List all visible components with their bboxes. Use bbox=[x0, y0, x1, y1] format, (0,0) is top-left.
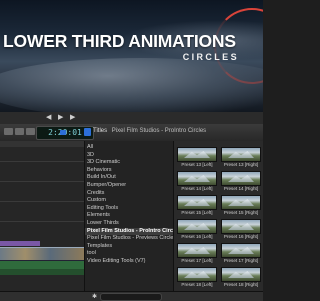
category-item[interactable]: Bumper/Opener bbox=[85, 182, 173, 190]
title-clip[interactable] bbox=[0, 241, 40, 246]
viewer: LOWER THIRD ANIMATIONS CIRCLES bbox=[0, 0, 263, 112]
category-item[interactable]: Editing Tools bbox=[85, 205, 173, 213]
title-thumbnail[interactable]: Preset 15 [Left] bbox=[177, 195, 217, 217]
thumbnail-caption: Preset 17 [Left] bbox=[181, 258, 213, 263]
category-item[interactable]: Templates bbox=[85, 243, 173, 251]
thumbnail-caption: Preset 15 [Left] bbox=[181, 210, 213, 215]
video-clip[interactable] bbox=[0, 247, 84, 261]
category-item[interactable]: Lower Thirds bbox=[85, 220, 173, 228]
timeline-ruler[interactable] bbox=[0, 141, 84, 147]
tool-select-icon[interactable] bbox=[4, 128, 13, 135]
previous-frame-icon[interactable]: ◀ bbox=[46, 114, 51, 122]
thumbnail-image bbox=[221, 147, 261, 162]
category-item[interactable]: Credits bbox=[85, 190, 173, 198]
category-item[interactable]: 3D bbox=[85, 152, 173, 160]
titles-category-list: All 3D 3D Cinematic Behaviors Build In/Out Bu… bbox=[85, 141, 174, 291]
timeline-lane bbox=[0, 161, 84, 162]
category-item[interactable]: Pixel Film Studios - ProIntro Circles bbox=[85, 227, 173, 236]
thumbnail-caption: Preset 18 [Right] bbox=[223, 282, 259, 287]
titles-thumbnail-grid: Preset 13 [Left] Preset 13 [Right] Preset … bbox=[174, 141, 263, 291]
thumbnail-image bbox=[221, 195, 261, 210]
audio-clip[interactable] bbox=[0, 269, 84, 275]
viewer-headline: LOWER THIRD ANIMATIONS bbox=[3, 31, 236, 51]
category-item[interactable]: Elements bbox=[85, 212, 173, 220]
audio-meter-icon bbox=[60, 130, 66, 135]
category-item[interactable]: Behaviors bbox=[85, 167, 173, 175]
thumbnail-image bbox=[221, 219, 261, 234]
tool-trim-icon[interactable] bbox=[15, 128, 24, 135]
tool-blade-icon[interactable] bbox=[26, 128, 35, 135]
timeline-lane bbox=[0, 181, 84, 182]
timeline-lane bbox=[0, 221, 84, 222]
play-icon[interactable]: ▶ bbox=[58, 114, 63, 122]
thumbnail-image bbox=[221, 171, 261, 186]
thumbnail-caption: Preset 15 [Right] bbox=[223, 210, 259, 215]
title-thumbnail[interactable]: Preset 14 [Left] bbox=[177, 171, 217, 193]
category-item[interactable]: Build In/Out bbox=[85, 174, 173, 182]
thumbnail-caption: Preset 18 [Left] bbox=[181, 282, 213, 287]
thumbnail-image bbox=[177, 267, 217, 282]
title-thumbnail[interactable]: Preset 17 [Left] bbox=[177, 243, 217, 265]
thumbnail-image bbox=[221, 243, 261, 258]
category-item[interactable]: All bbox=[85, 144, 173, 152]
thumbnail-image bbox=[177, 219, 217, 234]
category-item[interactable]: 3D Cinematic bbox=[85, 159, 173, 167]
audio-clip[interactable] bbox=[0, 261, 84, 269]
title-thumbnail[interactable]: Preset 13 [Left] bbox=[177, 147, 217, 169]
thumbnail-caption: Preset 13 [Right] bbox=[223, 162, 259, 167]
thumbnail-caption: Preset 14 [Left] bbox=[181, 186, 213, 191]
panel-breadcrumb: Pixel Film Studios - ProIntro Circles bbox=[111, 128, 207, 134]
category-item[interactable]: Pixel Film Studios - Previews Circles bbox=[85, 235, 173, 243]
title-thumbnail[interactable]: Preset 16 [Left] bbox=[177, 219, 217, 241]
viewer-subheadline: CIRCLES bbox=[182, 52, 239, 62]
title-thumbnail[interactable]: Preset 14 [Right] bbox=[221, 171, 261, 193]
title-thumbnail[interactable]: Preset 17 [Right] bbox=[221, 243, 261, 265]
title-thumbnail[interactable]: Preset 18 [Left] bbox=[177, 267, 217, 289]
thumbnail-caption: Preset 16 [Right] bbox=[223, 234, 259, 239]
titles-browser-icon[interactable] bbox=[84, 128, 91, 136]
thumbnail-caption: Preset 17 [Right] bbox=[223, 258, 259, 263]
timeline-toolbar: 2:20:01 Titles Pixel Film Studios - ProI… bbox=[0, 124, 263, 142]
timeline-lane bbox=[0, 201, 84, 202]
next-frame-icon[interactable]: ▶ bbox=[70, 114, 75, 122]
thumbnail-image bbox=[177, 195, 217, 210]
thumbnail-caption: Preset 14 [Right] bbox=[223, 186, 259, 191]
gear-icon[interactable]: ✱ bbox=[92, 294, 97, 300]
title-thumbnail[interactable]: Preset 18 [Right] bbox=[221, 267, 261, 289]
timeline[interactable] bbox=[0, 141, 85, 291]
title-thumbnail[interactable]: Preset 16 [Right] bbox=[221, 219, 261, 241]
category-item[interactable]: tool bbox=[85, 250, 173, 258]
thumbnail-caption: Preset 13 [Left] bbox=[181, 162, 213, 167]
thumbnail-image bbox=[177, 147, 217, 162]
transport-bar: ◀ ▶ ▶ bbox=[0, 112, 263, 124]
title-thumbnail[interactable]: Preset 15 [Right] bbox=[221, 195, 261, 217]
thumbnail-caption: Preset 16 [Left] bbox=[181, 234, 213, 239]
thumbnail-image bbox=[177, 243, 217, 258]
category-item[interactable]: Custom bbox=[85, 197, 173, 205]
panel-section: Titles bbox=[93, 128, 108, 134]
category-item[interactable]: Video Editing Tools (V7) bbox=[85, 258, 173, 266]
title-thumbnail[interactable]: Preset 13 [Right] bbox=[221, 147, 261, 169]
thumbnail-image bbox=[221, 267, 261, 282]
thumbnail-image bbox=[177, 171, 217, 186]
panel-title: Titles Pixel Film Studios - ProIntro Cir… bbox=[93, 128, 206, 134]
